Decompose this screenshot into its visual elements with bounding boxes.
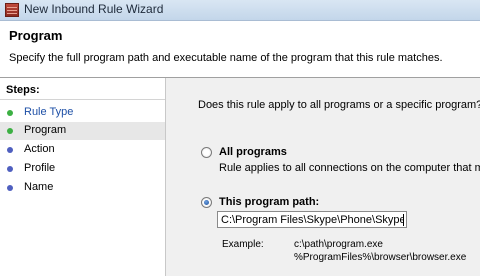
step-current-dot-icon (7, 128, 13, 134)
firewall-icon (5, 3, 19, 17)
window-title: New Inbound Rule Wizard (24, 2, 164, 16)
program-path-radio[interactable] (201, 197, 212, 208)
all-programs-label[interactable]: All programs (219, 146, 287, 158)
steps-panel: Steps: Rule Type Program Action Profile … (0, 78, 166, 276)
example-label: Example: (222, 239, 264, 250)
steps-heading: Steps: (0, 78, 165, 100)
step-pending-dot-icon (7, 147, 13, 153)
step-rule-type[interactable]: Rule Type (0, 104, 165, 122)
step-label: Program (24, 124, 67, 136)
all-programs-radio[interactable] (201, 147, 212, 158)
example-line: %ProgramFiles%\browser\browser.exe (294, 252, 467, 263)
all-programs-description: Rule applies to all connections on the c… (219, 162, 480, 174)
step-label: Rule Type (24, 106, 74, 118)
program-path-label[interactable]: This program path: (219, 196, 319, 208)
page-description: Specify the full program path and execut… (9, 52, 443, 64)
step-pending-dot-icon (7, 185, 13, 191)
step-complete-dot-icon (7, 110, 13, 116)
main-content: Does this rule apply to all programs or … (166, 78, 480, 276)
page-title: Program (9, 28, 63, 43)
step-label: Name (24, 181, 54, 193)
step-action: Action (0, 141, 165, 159)
step-label: Profile (24, 162, 56, 174)
step-pending-dot-icon (7, 166, 13, 172)
step-program[interactable]: Program (0, 122, 165, 140)
program-path-input[interactable] (217, 211, 407, 228)
step-label: Action (24, 143, 55, 155)
title-bar: New Inbound Rule Wizard (0, 0, 480, 21)
example-line: c:\path\program.exe (294, 239, 383, 250)
step-profile: Profile (0, 160, 165, 178)
wizard-header: Program Specify the full program path an… (0, 21, 480, 78)
step-name: Name (0, 179, 165, 197)
scope-question: Does this rule apply to all programs or … (198, 99, 480, 111)
text-caret (403, 214, 404, 226)
